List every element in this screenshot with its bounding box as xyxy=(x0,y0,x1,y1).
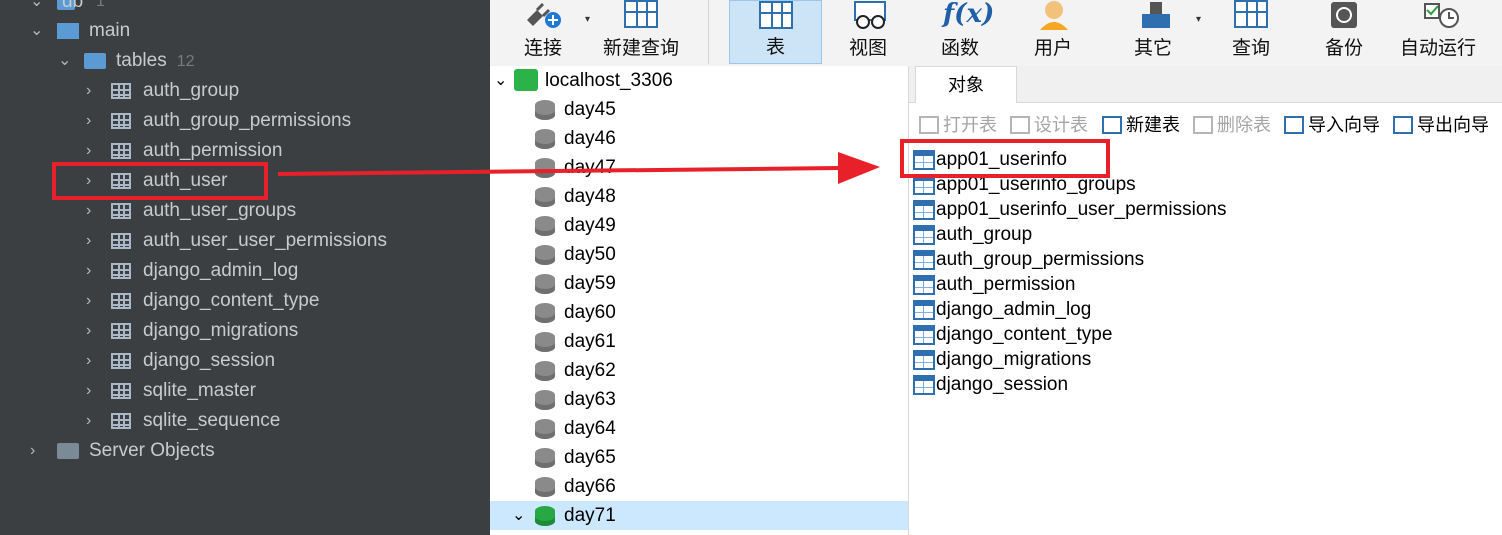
annotation-arrow xyxy=(277,152,880,184)
